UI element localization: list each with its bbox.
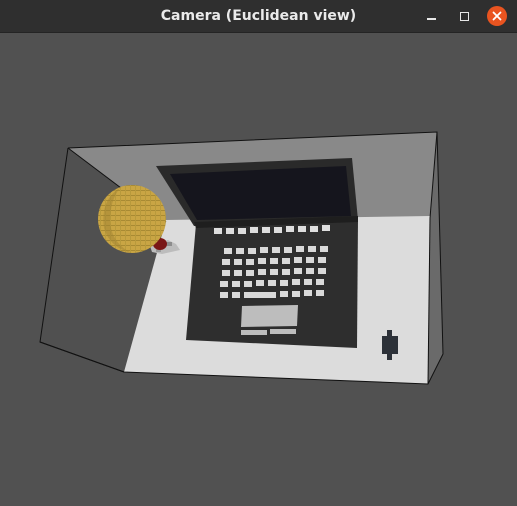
scene-render	[39, 131, 444, 385]
maximize-icon	[459, 11, 469, 21]
close-button[interactable]	[487, 6, 507, 26]
minimize-icon	[426, 18, 436, 20]
3d-viewport[interactable]	[0, 33, 517, 506]
trackpad-right-button	[270, 329, 296, 334]
maximize-button[interactable]	[454, 6, 474, 26]
title-bar[interactable]: Camera (Euclidean view)	[0, 0, 517, 33]
close-icon	[492, 11, 502, 21]
camera-window: Camera (Euclidean view)	[0, 0, 517, 506]
trackpad-left-button	[241, 330, 267, 335]
trackpad	[241, 305, 298, 327]
minimize-button[interactable]	[421, 6, 441, 26]
laptop-screen	[170, 166, 351, 220]
